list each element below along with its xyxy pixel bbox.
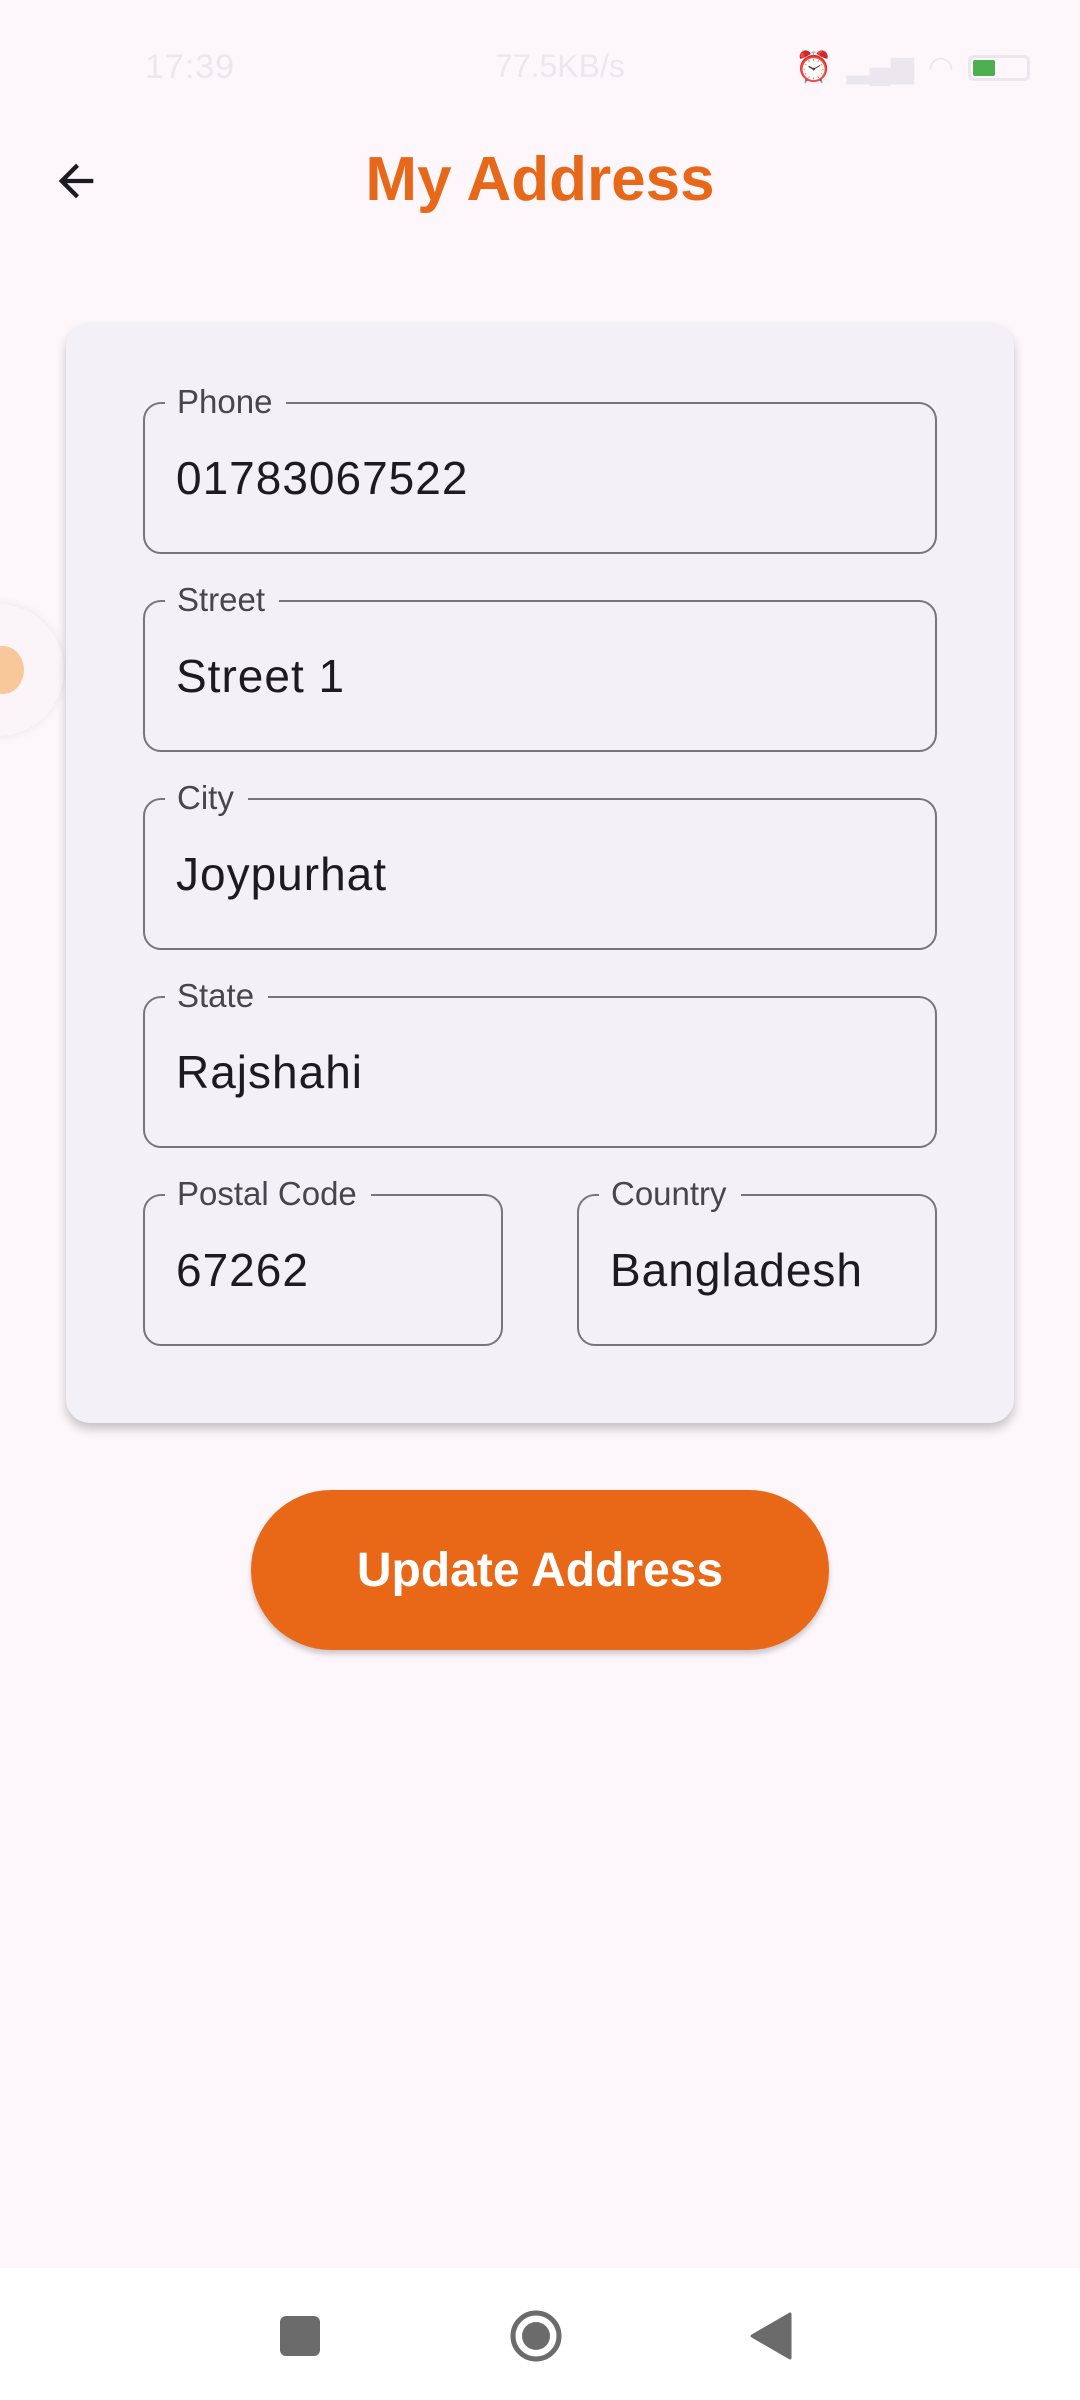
floating-bubble[interactable] xyxy=(0,604,64,736)
country-value: Bangladesh xyxy=(610,1244,863,1296)
city-value: Joypurhat xyxy=(176,848,388,900)
status-bar: 17:39 77.5KB/s ⏰ ▂▄▆ ◠ xyxy=(0,0,1080,135)
postal-code-value: 67262 xyxy=(176,1244,309,1296)
network-speed: 77.5KB/s xyxy=(495,48,625,84)
street-field[interactable]: Street Street 1 xyxy=(143,580,937,752)
square-icon xyxy=(280,2316,320,2356)
phone-value: 01783067522 xyxy=(176,452,469,504)
recents-button[interactable] xyxy=(272,2308,328,2364)
arrow-left-icon xyxy=(58,163,94,199)
circle-home-icon xyxy=(510,2310,562,2362)
home-button[interactable] xyxy=(508,2308,564,2364)
postal-code-field[interactable]: Postal Code 67262 xyxy=(143,1174,503,1346)
phone-field[interactable]: Phone 01783067522 xyxy=(143,382,937,554)
system-nav-bar xyxy=(0,2268,1080,2400)
address-card: Phone 01783067522 Street Street 1 City J… xyxy=(66,323,1014,1423)
wifi-icon: ◠ xyxy=(927,51,954,84)
page-title: My Address xyxy=(365,145,715,214)
bubble-dot xyxy=(0,646,24,694)
update-address-button[interactable]: Update Address xyxy=(251,1490,829,1650)
country-field[interactable]: Country Bangladesh xyxy=(577,1174,937,1346)
signal-icon: ▂▄▆ xyxy=(846,51,914,84)
triangle-back-icon xyxy=(750,2312,792,2360)
status-time: 17:39 xyxy=(145,48,236,86)
battery-icon xyxy=(968,54,1030,81)
status-icons: ⏰ ▂▄▆ ◠ xyxy=(795,50,1030,85)
state-field[interactable]: State Rajshahi xyxy=(143,976,937,1148)
nav-back-button[interactable] xyxy=(744,2308,800,2364)
street-value: Street 1 xyxy=(176,650,346,702)
app-bar: My Address xyxy=(0,135,1080,225)
back-button[interactable] xyxy=(40,145,112,217)
state-value: Rajshahi xyxy=(176,1046,363,1098)
city-field[interactable]: City Joypurhat xyxy=(143,778,937,950)
alarm-icon: ⏰ xyxy=(795,51,833,84)
